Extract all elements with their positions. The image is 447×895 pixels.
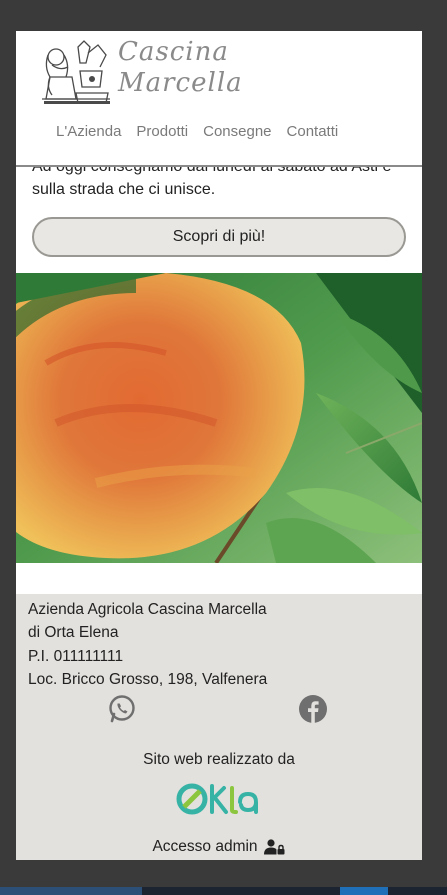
nav-item-consegne[interactable]: Consegne xyxy=(203,123,271,140)
logo-text[interactable]: Cascina Marcella xyxy=(118,37,243,99)
admin-access-link[interactable]: Accesso admin xyxy=(16,838,422,856)
taskbar-item[interactable] xyxy=(0,887,142,895)
address: Loc. Bricco Grosso, 198, Valfenera xyxy=(28,670,268,688)
owner-name: di Orta Elena xyxy=(28,624,119,642)
peach-photo xyxy=(16,273,422,563)
nav-item-azienda[interactable]: L'Azienda xyxy=(56,123,121,140)
main-nav: L'Azienda Prodotti Consegne Contatti xyxy=(56,123,338,140)
site-header: Cascina Marcella L'Azienda Prodotti Cons… xyxy=(16,31,422,167)
company-name: Azienda Agricola Cascina Marcella xyxy=(28,601,267,618)
okta-logo[interactable] xyxy=(174,780,264,820)
nav-item-prodotti[interactable]: Prodotti xyxy=(136,123,188,140)
logo-line-1: Cascina xyxy=(118,37,229,67)
page-frame: Ad oggi consegnamo dal lunedì al sabato … xyxy=(16,31,422,860)
whatsapp-icon[interactable] xyxy=(107,694,137,724)
company-info: Azienda Agricola Cascina Marcella di Ort… xyxy=(28,598,267,691)
facebook-icon[interactable] xyxy=(298,694,328,724)
logo-illustration[interactable] xyxy=(36,37,116,109)
discover-more-button[interactable]: Scopri di più! xyxy=(32,217,406,257)
taskbar-item-active[interactable] xyxy=(340,887,388,895)
site-footer: Azienda Agricola Cascina Marcella di Ort… xyxy=(16,594,422,860)
logo-line-2: Marcella xyxy=(118,68,243,98)
nav-item-contatti[interactable]: Contatti xyxy=(287,123,339,140)
vat-number: P.I. 011111111 xyxy=(28,647,124,665)
user-lock-icon xyxy=(263,839,285,855)
os-taskbar xyxy=(0,887,447,895)
credit-text: Sito web realizzato da xyxy=(143,751,295,768)
admin-label: Accesso admin xyxy=(152,838,258,855)
